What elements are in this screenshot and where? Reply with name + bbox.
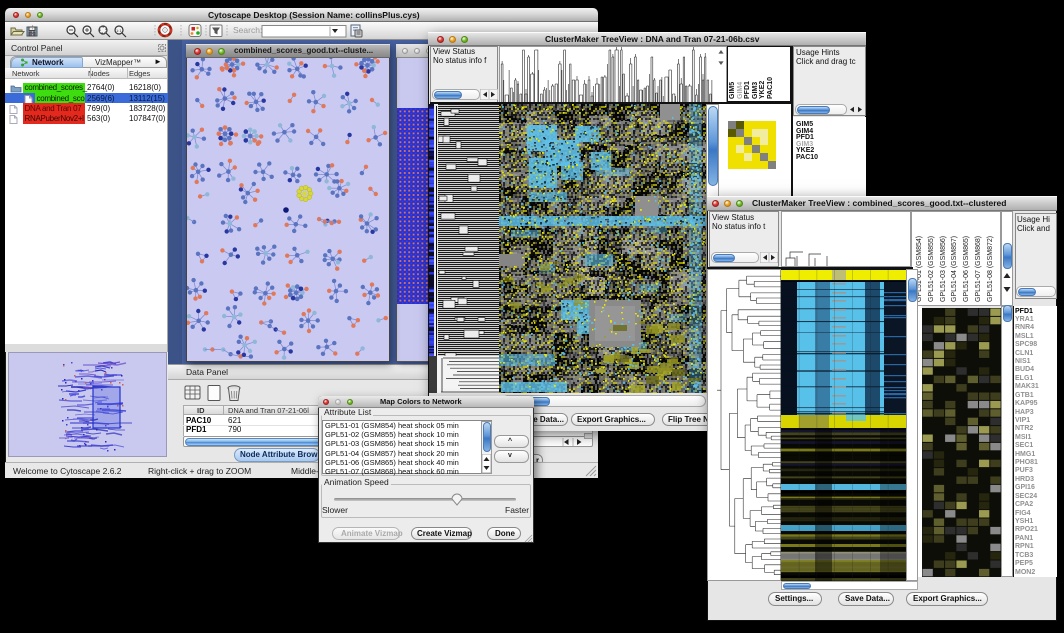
- svg-text:1:1: 1:1: [116, 28, 122, 33]
- svg-text:Search:: Search:: [233, 25, 262, 35]
